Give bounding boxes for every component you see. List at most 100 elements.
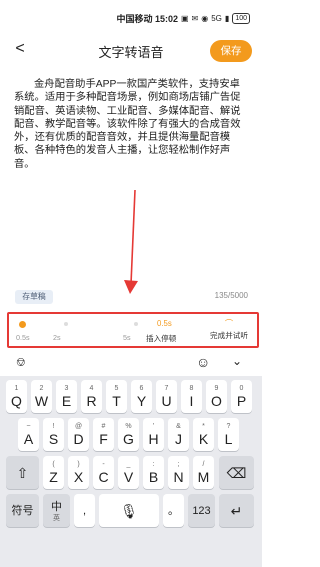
key-b[interactable]: :B bbox=[143, 456, 164, 489]
key-t[interactable]: 5T bbox=[106, 380, 127, 413]
key-sub: / bbox=[202, 460, 205, 468]
key-sub: 2 bbox=[39, 384, 44, 392]
key-sub: 3 bbox=[64, 384, 69, 392]
emoji-icon[interactable]: ☺ bbox=[196, 354, 210, 370]
key-sub: _ bbox=[126, 460, 131, 468]
key-main: O bbox=[211, 392, 222, 409]
key-main: G bbox=[123, 430, 134, 447]
sim-icon: ▣ bbox=[180, 13, 189, 23]
annotation-arrow-icon bbox=[124, 190, 138, 294]
key-sub: 0 bbox=[239, 384, 244, 392]
key-main: Y bbox=[136, 392, 147, 409]
key-n[interactable]: ; N bbox=[168, 456, 189, 489]
key-x[interactable]: ) X bbox=[68, 456, 89, 489]
key-main: L bbox=[224, 430, 233, 447]
key-sub: 1 bbox=[14, 384, 19, 392]
key-main: N bbox=[173, 468, 184, 485]
language-switch-key[interactable]: 中英 bbox=[43, 494, 70, 527]
input-method-icon[interactable]: ⎊ bbox=[16, 355, 26, 370]
key-u[interactable]: 7U bbox=[156, 380, 177, 413]
status-bar: 中国移动 15:02 ▣ ✉ ◉ 5G ▮ 100 bbox=[0, 0, 262, 36]
enter-key[interactable]: ↵ bbox=[219, 494, 254, 527]
key-main: X bbox=[73, 468, 84, 485]
key-z[interactable]: (Z bbox=[43, 456, 64, 489]
period-key[interactable]: 。 bbox=[163, 494, 184, 527]
key-sub: ~ bbox=[26, 422, 31, 430]
text-editor[interactable]: 金舟配音助手APP一款国产类软件，支持安卓系统。适用于多种配音场景，例如商场店铺… bbox=[14, 78, 250, 171]
tick-label-2: 5s bbox=[123, 333, 131, 342]
key-sub: @ bbox=[74, 422, 83, 430]
symbol-key[interactable]: 符号 bbox=[6, 494, 39, 527]
finish-preview-label: 完成并试听 bbox=[210, 331, 248, 340]
key-j[interactable]: & J bbox=[168, 418, 189, 451]
key-m[interactable]: / M bbox=[193, 456, 214, 489]
key-o[interactable]: 9O bbox=[206, 380, 227, 413]
space-key[interactable]: 🎙 bbox=[99, 494, 159, 527]
insert-pause-button[interactable]: 插入停顿 bbox=[146, 333, 176, 344]
key-main: M bbox=[197, 468, 210, 485]
key-y[interactable]: 6Y bbox=[131, 380, 152, 413]
language-key-sub: 英 bbox=[53, 514, 60, 522]
key-c[interactable]: -C bbox=[93, 456, 114, 489]
key-d[interactable]: @ D bbox=[68, 418, 89, 451]
tick-label-1: 2s bbox=[53, 333, 61, 342]
key-main: V bbox=[123, 468, 134, 485]
backspace-icon: ⌫ bbox=[226, 464, 247, 481]
backspace-key[interactable]: ⌫ bbox=[219, 456, 254, 489]
comma-key[interactable]: , bbox=[74, 494, 95, 527]
key-main: H bbox=[148, 430, 159, 447]
shift-key[interactable]: ⇧ bbox=[6, 456, 39, 489]
key-g[interactable]: % G bbox=[118, 418, 139, 451]
key-r[interactable]: 4R bbox=[81, 380, 102, 413]
save-draft-button[interactable]: 存草稿 bbox=[15, 290, 53, 304]
key-sub: ' bbox=[152, 422, 155, 430]
key-w[interactable]: 2W bbox=[31, 380, 52, 413]
key-q[interactable]: 1Q bbox=[6, 380, 27, 413]
slider-dot-2s[interactable] bbox=[64, 322, 68, 326]
number-key[interactable]: 123 bbox=[188, 494, 215, 527]
key-main: I bbox=[189, 392, 194, 409]
key-sub: % bbox=[125, 422, 132, 430]
key-main: A bbox=[23, 430, 34, 447]
key-l[interactable]: ? L bbox=[218, 418, 239, 451]
key-e[interactable]: 3E bbox=[56, 380, 77, 413]
key-k[interactable]: * K bbox=[193, 418, 214, 451]
key-i[interactable]: 8I bbox=[181, 380, 202, 413]
message-icon: ✉ bbox=[191, 13, 199, 23]
key-a[interactable]: ~ A bbox=[18, 418, 39, 451]
slider-dot-5s[interactable] bbox=[134, 322, 138, 326]
key-h[interactable]: ' H bbox=[143, 418, 164, 451]
key-main: R bbox=[86, 392, 97, 409]
finish-preview-button[interactable]: ⌒ 完成并试听 bbox=[201, 317, 257, 341]
key-sub: # bbox=[101, 422, 106, 430]
period-key-label: 。 bbox=[168, 504, 179, 517]
chevron-down-icon[interactable]: ⌄ bbox=[232, 354, 242, 368]
key-sub: 8 bbox=[189, 384, 194, 392]
network-label: 5G bbox=[211, 13, 222, 23]
pause-toolbar: 0.5s 2s 5s 0.5s 插入停顿 ⌒ 完成并试听 bbox=[7, 312, 259, 348]
microphone-icon: 🎙 bbox=[120, 502, 138, 519]
key-p[interactable]: 0P bbox=[231, 380, 252, 413]
current-pause-value: 0.5s bbox=[157, 319, 172, 328]
key-sub: ; bbox=[177, 460, 180, 468]
comma-key-label: , bbox=[82, 504, 87, 517]
key-v[interactable]: _ V bbox=[118, 456, 139, 489]
key-sub: ? bbox=[226, 422, 231, 430]
keyboard-toolbar: ⎊ ☺ ⌄ bbox=[0, 352, 262, 376]
key-f[interactable]: # F bbox=[93, 418, 114, 451]
enter-icon: ↵ bbox=[230, 502, 243, 519]
key-main: D bbox=[73, 430, 84, 447]
key-main: T bbox=[112, 392, 121, 409]
key-main: W bbox=[34, 392, 49, 409]
key-main: P bbox=[236, 392, 247, 409]
key-sub: 9 bbox=[214, 384, 219, 392]
wifi-icon: ◉ bbox=[201, 13, 209, 23]
slider-handle[interactable] bbox=[19, 320, 26, 328]
nav-bar: < 文字转语音 保存 bbox=[0, 36, 262, 66]
key-sub: ) bbox=[77, 460, 80, 468]
key-sub: - bbox=[102, 460, 105, 468]
key-sub: 4 bbox=[89, 384, 94, 392]
key-sub: ( bbox=[52, 460, 55, 468]
save-button[interactable]: 保存 bbox=[210, 40, 252, 62]
key-s[interactable]: ! S bbox=[43, 418, 64, 451]
